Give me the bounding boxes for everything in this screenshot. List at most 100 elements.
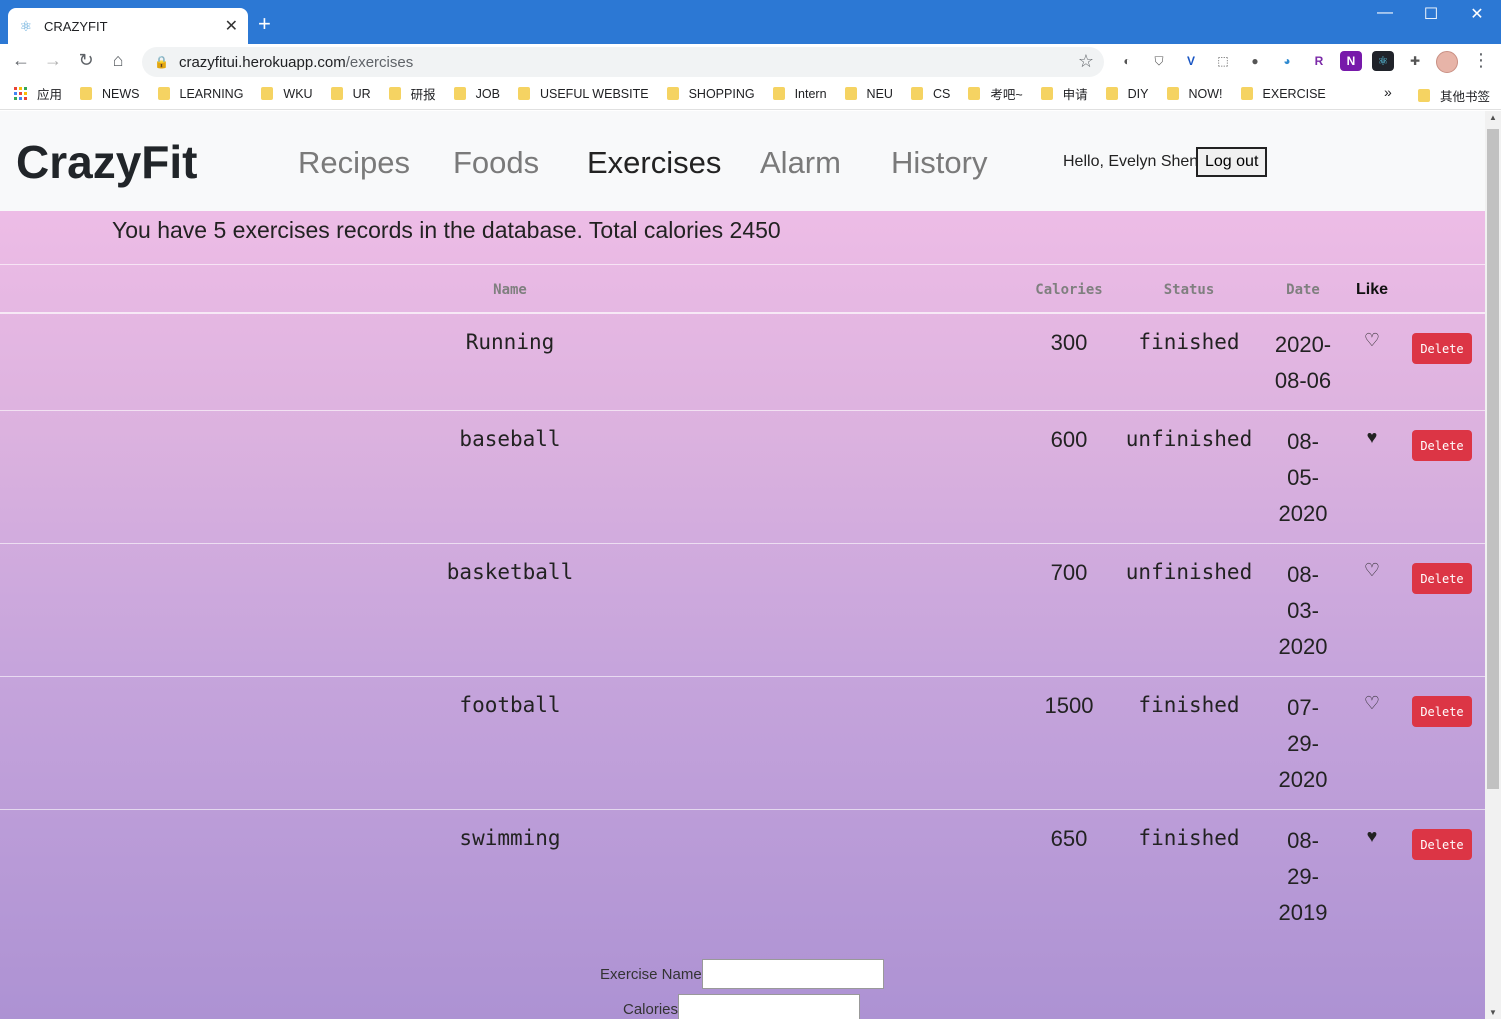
maximize-icon[interactable]: ☐ [1408, 4, 1454, 24]
bookmark-folder[interactable]: CS [910, 86, 951, 101]
calories-input[interactable] [678, 994, 861, 1019]
bookmark-folder[interactable]: JOB [453, 86, 500, 101]
url-path: /exercises [345, 53, 414, 71]
exercise-date: 07- 29- 2020 [1279, 690, 1328, 798]
menu-kebab-icon[interactable]: ⋮ [1472, 50, 1490, 71]
exercise-calories: 300 [1050, 330, 1088, 355]
onenote-icon[interactable]: N [1340, 51, 1362, 71]
bookmark-folder[interactable]: UR [330, 86, 371, 101]
app-navbar: CrazyFit Recipes Foods Exercises Alarm H… [0, 111, 1485, 211]
extension-r-icon[interactable]: R [1308, 51, 1330, 71]
nav-exercises[interactable]: Exercises [587, 145, 721, 181]
close-tab-icon[interactable]: ✕ [225, 16, 238, 36]
bookmark-folder[interactable]: NEU [844, 87, 893, 101]
folder-icon [80, 87, 93, 100]
nav-recipes[interactable]: Recipes [298, 145, 410, 181]
bookmark-label: Intern [794, 86, 827, 101]
date-line: 03- [1287, 598, 1319, 623]
back-icon[interactable]: ← [10, 50, 32, 71]
bookmark-label: WKU [283, 86, 313, 101]
extension-circle-icon[interactable]: ● [1244, 51, 1266, 71]
folder-icon [261, 87, 274, 100]
bookmark-folder[interactable]: NEWS [80, 87, 140, 101]
address-bar[interactable]: 🔒 crazyfitui.herokuapp.com/exercises ☆ [142, 47, 1104, 77]
bookmark-folder[interactable]: Intern [772, 86, 827, 101]
bookmark-folder[interactable]: NOW! [1166, 86, 1223, 101]
reload-icon[interactable]: ↻ [75, 50, 97, 71]
bookmark-folder[interactable]: EXERCISE [1240, 86, 1326, 101]
bookmark-folder[interactable]: 研报 [388, 84, 436, 103]
date-line: 08-06 [1274, 368, 1332, 393]
nav-alarm[interactable]: Alarm [760, 145, 841, 181]
bookmark-folder[interactable]: 申请 [1040, 84, 1088, 103]
header-like: Like [1355, 281, 1389, 298]
header-date: Date [1286, 282, 1320, 298]
react-devtools-icon[interactable]: ⚛ [1372, 51, 1394, 71]
heart-outline-icon[interactable]: ♡ [1364, 560, 1380, 581]
extension-globe-icon[interactable]: ◐ [1116, 51, 1138, 71]
bookmark-folder[interactable]: SHOPPING [666, 86, 755, 101]
exercise-name-row: Exercise Name [600, 959, 884, 989]
bookmark-folder[interactable]: LEARNING [157, 87, 243, 101]
folder-icon [772, 87, 785, 100]
exercises-table: Name Calories Status Date Like Running 30… [0, 264, 1485, 943]
extension-v-icon[interactable]: V [1180, 51, 1202, 71]
exercise-name-input[interactable] [701, 959, 884, 989]
other-bookmarks[interactable]: 其他书签 [1418, 86, 1490, 105]
delete-button[interactable]: Delete [1412, 430, 1472, 461]
bookmark-folder[interactable]: WKU [261, 86, 313, 101]
page-scrollbar[interactable]: ▲ ▼ [1485, 111, 1501, 1019]
bookmark-folder[interactable]: DIY [1105, 87, 1149, 101]
scrollbar-thumb[interactable] [1487, 129, 1499, 789]
user-greeting: Hello, Evelyn Shen [1063, 153, 1199, 170]
bookmark-apps[interactable]: 应用 [14, 84, 62, 103]
delete-button[interactable]: Delete [1412, 696, 1472, 727]
delete-button[interactable]: Delete [1412, 829, 1472, 860]
table-body: Running 300 finished 2020- 08-06 ♡ Delete baseb… [0, 314, 1485, 943]
bookmark-label: CS [932, 86, 951, 101]
bookmark-label: NOW! [1188, 86, 1223, 101]
bookmark-label: JOB [475, 86, 500, 101]
folder-icon [844, 87, 857, 100]
extension-dashed-icon[interactable]: ⬚ [1212, 51, 1234, 71]
nav-foods[interactable]: Foods [453, 145, 539, 181]
extension-shield-icon[interactable]: ⛉ [1148, 51, 1170, 71]
date-line: 2019 [1278, 900, 1328, 925]
header-name: Name [493, 282, 527, 298]
delete-button[interactable]: Delete [1412, 333, 1472, 364]
scroll-up-icon[interactable]: ▲ [1489, 113, 1497, 122]
home-icon[interactable]: ⌂ [107, 50, 129, 71]
forward-icon[interactable]: → [42, 50, 64, 71]
logout-button[interactable]: Log out [1196, 147, 1268, 177]
heart-filled-icon[interactable]: ♥ [1367, 826, 1378, 847]
minimize-icon[interactable]: — [1362, 4, 1408, 22]
new-tab-icon[interactable]: + [258, 12, 271, 36]
brand-logo[interactable]: CrazyFit [16, 135, 197, 189]
bookmark-label: EXERCISE [1262, 86, 1326, 101]
bookmark-star-icon[interactable]: ☆ [1078, 51, 1094, 72]
delete-button[interactable]: Delete [1412, 563, 1472, 594]
nav-history[interactable]: History [891, 145, 987, 181]
exercise-date: 08- 05- 2020 [1279, 424, 1328, 532]
bookmark-folder[interactable]: USEFUL WEBSITE [517, 87, 649, 101]
table-row: Running 300 finished 2020- 08-06 ♡ Delete [0, 314, 1485, 411]
page-viewport: CrazyFit Recipes Foods Exercises Alarm H… [0, 111, 1485, 1019]
heart-outline-icon[interactable]: ♡ [1364, 693, 1380, 714]
exercise-date: 2020- 08-06 [1275, 327, 1331, 399]
exercise-calories: 1500 [1044, 693, 1094, 718]
bookmark-label: SHOPPING [688, 86, 755, 101]
extensions-puzzle-icon[interactable]: ✚ [1404, 51, 1426, 71]
bookmark-folder[interactable]: 考吧~ [968, 84, 1023, 103]
close-window-icon[interactable]: ✕ [1454, 4, 1500, 24]
scroll-down-icon[interactable]: ▼ [1489, 1008, 1497, 1017]
date-line: 05- [1287, 465, 1319, 490]
bookmark-label: UR [352, 86, 371, 101]
folder-icon [517, 87, 530, 100]
heart-outline-icon[interactable]: ♡ [1364, 330, 1380, 351]
heart-filled-icon[interactable]: ♥ [1367, 427, 1378, 448]
bookmarks-overflow-icon[interactable]: » [1384, 84, 1392, 100]
extension-earth-icon[interactable]: ◕ [1276, 51, 1298, 71]
profile-avatar[interactable] [1436, 51, 1458, 73]
bookmark-label: 申请 [1062, 88, 1088, 102]
browser-tab[interactable]: ⚛ CRAZYFIT ✕ [8, 8, 248, 44]
